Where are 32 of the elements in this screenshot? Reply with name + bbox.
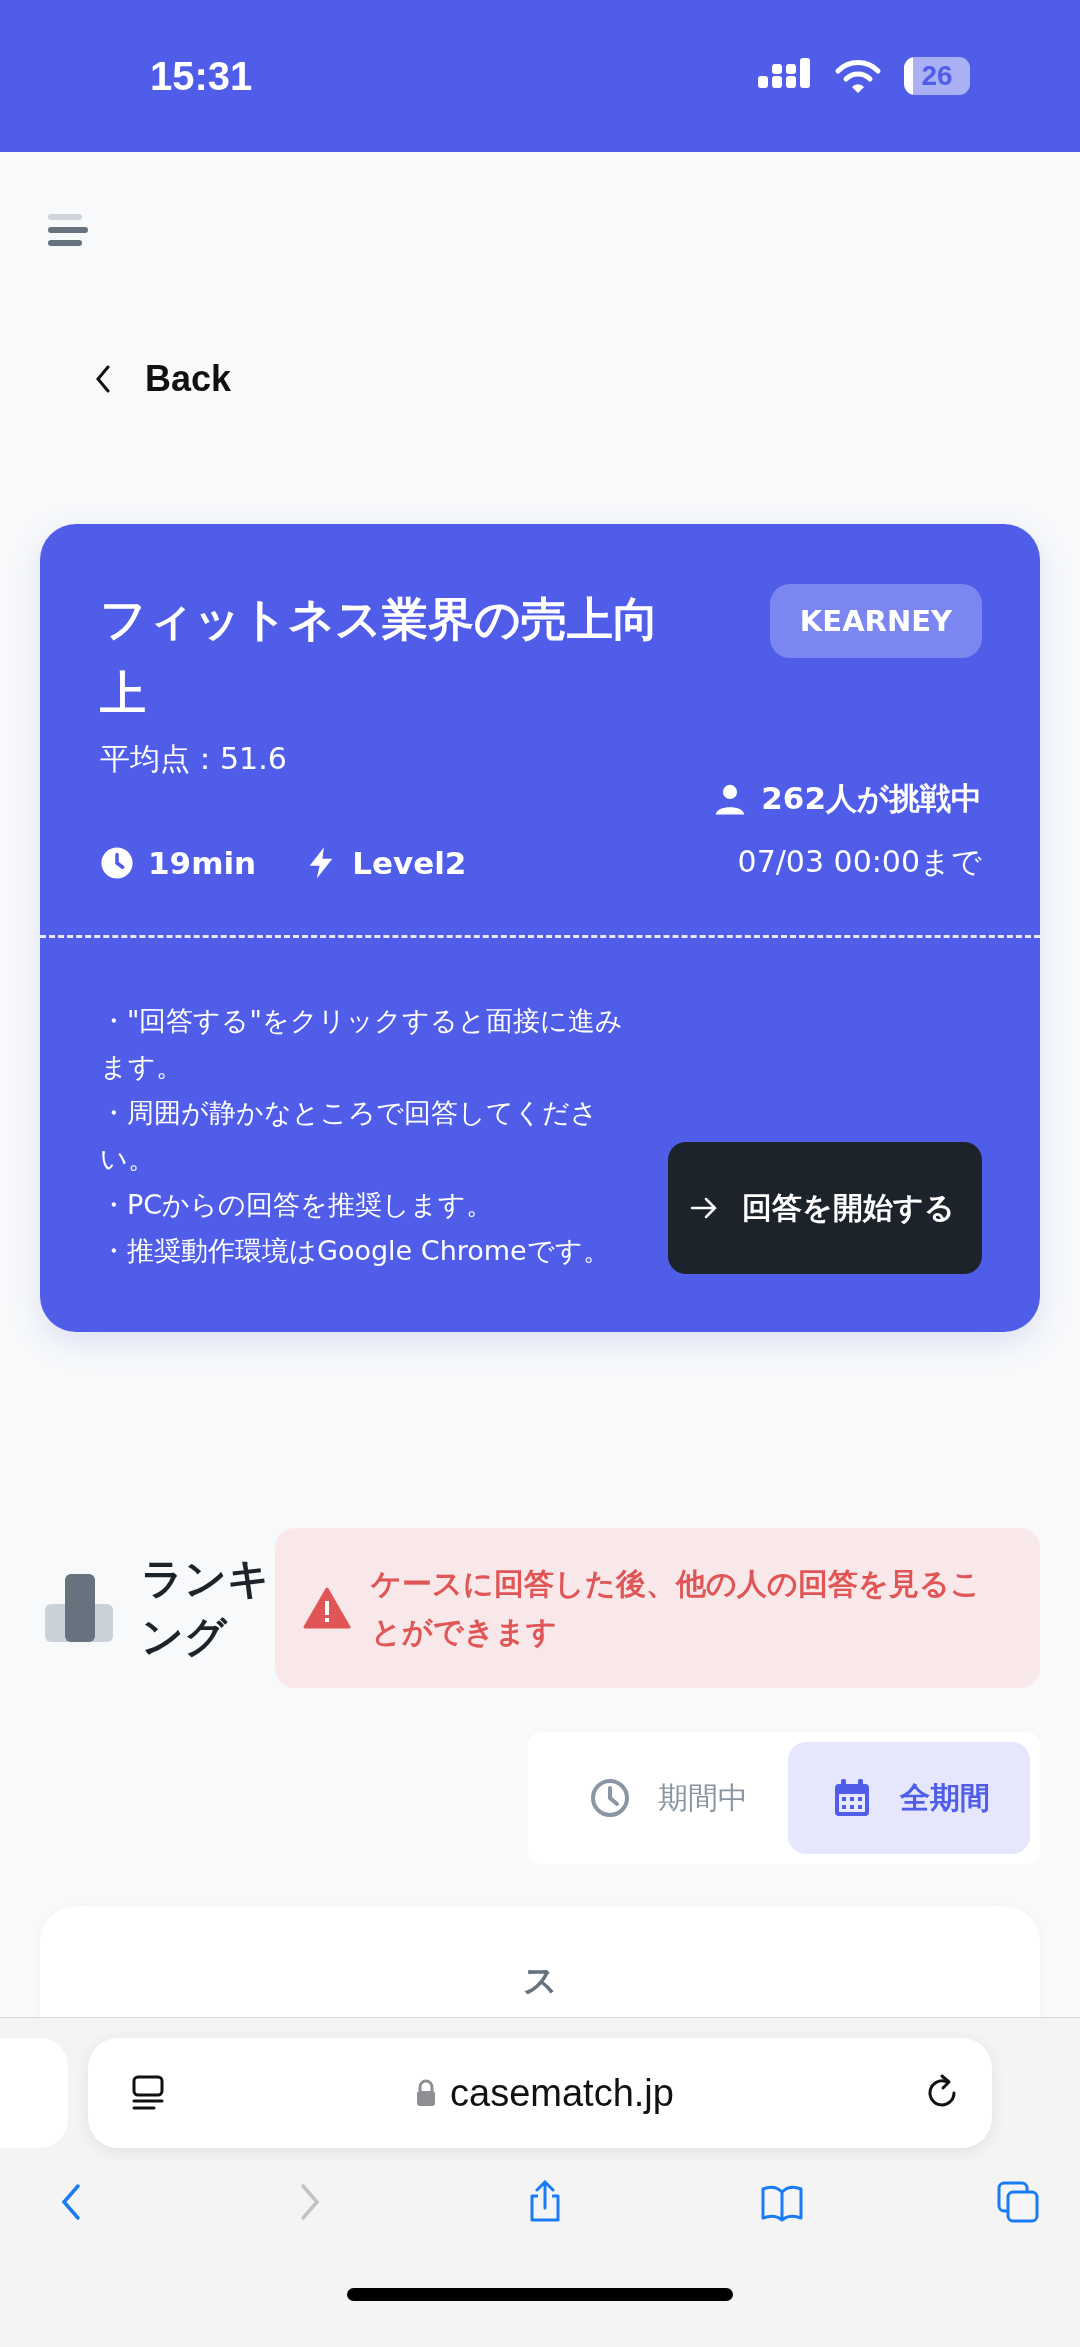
url-text: casematch.jp (450, 2071, 674, 2115)
level-label: Level2 (352, 844, 467, 881)
ranking-card-text: ス (522, 1959, 558, 1998)
start-button[interactable]: 回答を開始する (668, 1142, 982, 1274)
status-time: 15:31 (150, 53, 253, 99)
battery-indicator: 26 (904, 57, 970, 95)
company-badge: KEARNEY (769, 584, 982, 658)
duration-label: 19min (148, 844, 257, 881)
menu-icon[interactable] (48, 212, 88, 248)
note-text: ・周囲が静かなところで回答してください。 (100, 1096, 599, 1176)
warning-icon (303, 1587, 352, 1629)
challenger-count: 262人が挑戦中 (761, 779, 982, 818)
average-score: 平均点：51.6 (100, 740, 287, 778)
chevron-left-icon (95, 365, 111, 393)
note-text: ・"回答する"をクリックすると面接に進みます。 (100, 1004, 624, 1084)
address-bar[interactable]: casematch.jp (88, 2038, 992, 2148)
case-title: フィットネス業界の売上向上 (100, 591, 660, 722)
arrow-right-icon (690, 1196, 718, 1220)
note-text: ・推奨動作環境はGoogle Chromeです。 (100, 1234, 611, 1268)
ranking-title: ランキング (141, 1553, 271, 1663)
chart-icon (45, 1574, 113, 1642)
deadline-label: 07/03 00:00まで (737, 843, 982, 881)
tabs-icon[interactable] (996, 2180, 1040, 2224)
back-button[interactable]: Back (95, 354, 232, 404)
period-tab[interactable]: 全期間 (788, 1742, 1030, 1854)
note-text: ・PCからの回答を推奨します。 (100, 1188, 495, 1222)
clock-icon (100, 845, 134, 880)
wifi-icon (834, 58, 882, 94)
calendar-icon (832, 1778, 872, 1818)
notice-text: ケースに回答した後、他の人の回答を見ることができます (371, 1565, 983, 1651)
clock-icon (590, 1778, 630, 1818)
lock-icon (416, 2079, 437, 2107)
